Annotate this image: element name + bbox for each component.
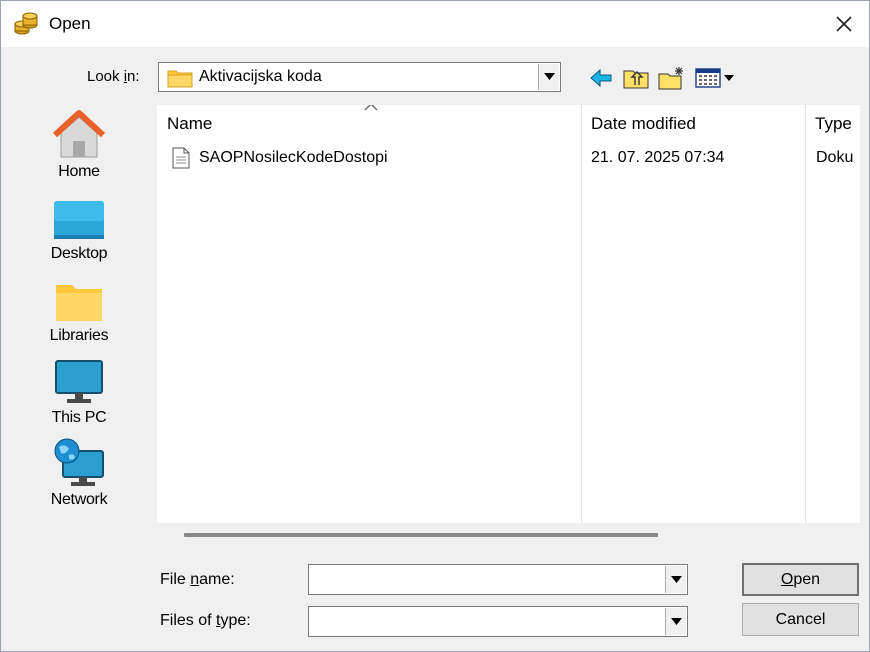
- home-icon: [53, 110, 105, 158]
- file-row[interactable]: SAOPNosilecKodeDostopi 21. 07. 2025 07:3…: [157, 143, 860, 173]
- monitor-icon: [55, 360, 103, 403]
- place-this-pc-label: This PC: [51, 409, 107, 426]
- place-home[interactable]: Home: [31, 105, 127, 181]
- lookin-dropdown-button[interactable]: [538, 64, 559, 90]
- chevron-down-icon: [544, 73, 555, 80]
- open-dialog: Open Look in: Aktivacijska koda Home Des…: [0, 0, 870, 652]
- file-list[interactable]: Name Date modified Type SAOPNosilecKodeD…: [157, 105, 860, 523]
- libraries-folder-icon: [56, 285, 102, 321]
- place-libraries-label: Libraries: [49, 327, 109, 344]
- file-name: SAOPNosilecKodeDostopi: [199, 149, 388, 166]
- lookin-label: Look in:: [87, 68, 140, 85]
- open-button[interactable]: Open: [742, 563, 859, 596]
- document-icon: [172, 147, 190, 169]
- view-menu-button[interactable]: [694, 65, 736, 91]
- close-button[interactable]: [827, 7, 861, 41]
- lookin-combobox[interactable]: Aktivacijska koda: [158, 62, 561, 92]
- filename-input[interactable]: [311, 567, 661, 592]
- place-this-pc[interactable]: This PC: [31, 351, 127, 427]
- filename-combobox[interactable]: [308, 564, 688, 595]
- place-libraries[interactable]: Libraries: [31, 269, 127, 345]
- window-title: Open: [49, 14, 91, 33]
- place-network[interactable]: Network: [31, 433, 127, 509]
- cancel-button[interactable]: Cancel: [742, 603, 859, 636]
- places-bar: Home Desktop Libraries This PC Network: [31, 105, 127, 515]
- folder-icon: [167, 70, 193, 88]
- place-network-label: Network: [50, 491, 108, 508]
- filetype-combobox[interactable]: [308, 606, 688, 637]
- place-home-label: Home: [58, 163, 100, 180]
- file-type: Doku: [816, 149, 854, 166]
- close-icon: [836, 16, 852, 32]
- column-header-type[interactable]: Type: [805, 105, 860, 143]
- lookin-value: Aktivacijska koda: [199, 68, 322, 85]
- horizontal-scrollbar-thumb[interactable]: [184, 533, 658, 537]
- chevron-down-icon: [671, 575, 682, 583]
- up-folder-icon: [623, 70, 649, 89]
- place-desktop[interactable]: Desktop: [31, 187, 127, 263]
- back-arrow-icon: [590, 68, 612, 88]
- filetype-dropdown-button[interactable]: [665, 608, 686, 635]
- back-button[interactable]: [589, 65, 613, 91]
- title-bar[interactable]: Open: [1, 1, 869, 47]
- file-date-modified: 21. 07. 2025 07:34: [591, 149, 725, 166]
- up-folder-button[interactable]: [622, 65, 650, 91]
- filetype-label: Files of type:: [160, 612, 251, 629]
- column-header-date[interactable]: Date modified: [581, 105, 805, 143]
- new-folder-button[interactable]: [657, 65, 687, 91]
- filename-label: File name:: [160, 571, 235, 588]
- coins-icon: [14, 12, 38, 35]
- new-folder-icon: [658, 67, 683, 90]
- place-desktop-label: Desktop: [50, 245, 108, 262]
- column-header-name[interactable]: Name: [157, 105, 581, 143]
- chevron-down-icon: [671, 617, 682, 625]
- desktop-icon: [54, 201, 104, 239]
- view-menu-icon: [695, 68, 734, 88]
- filename-dropdown-button[interactable]: [665, 566, 686, 593]
- network-icon: [54, 438, 104, 486]
